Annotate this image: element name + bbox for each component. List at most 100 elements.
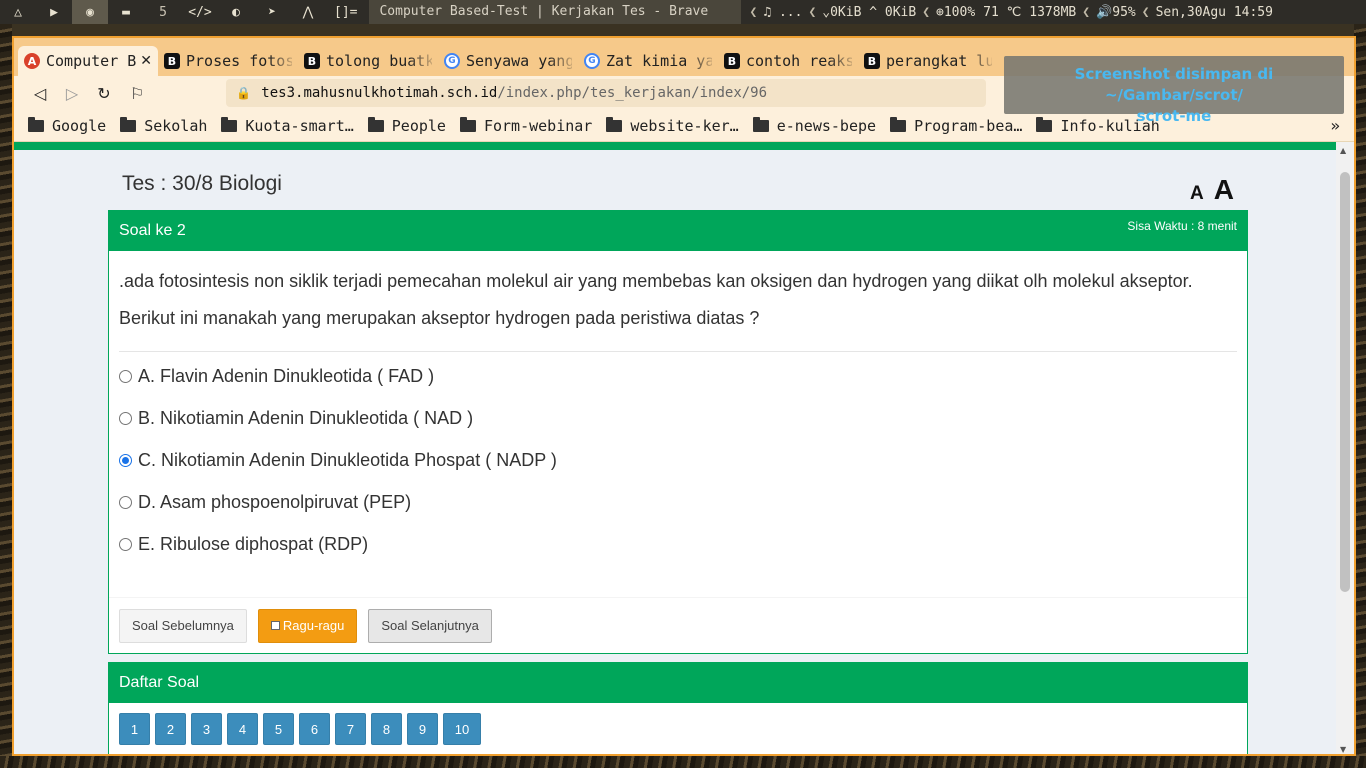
folder-icon (367, 116, 384, 132)
telegram-icon[interactable]: ➤ (254, 0, 290, 24)
app-icons: </> ◐ ➤ ⋀ (182, 0, 326, 24)
tab-contoh-reaksi[interactable]: B contoh reaksi (718, 46, 858, 76)
temperature-status: 71 ℃ (983, 4, 1022, 20)
folder-icon (459, 116, 476, 132)
previous-question-button[interactable]: Soal Sebelumnya (119, 608, 247, 643)
question-nav-8[interactable]: 8 (371, 713, 402, 745)
code-icon[interactable]: </> (182, 0, 218, 24)
bookmark-folder-website[interactable]: website-ker… (606, 116, 739, 135)
page-content: Tes : 30/8 Biologi A A Soal ke 2 Sisa Wa… (14, 142, 1338, 754)
tab-senyawa-yang[interactable]: G Senyawa yang (438, 46, 578, 76)
option-label[interactable]: A. Flavin Adenin Dinukleotida ( FAD ) (138, 366, 434, 387)
bookmark-folder-program-bea[interactable]: Program-bea… (890, 116, 1022, 135)
question-nav-10[interactable]: 10 (443, 713, 481, 745)
bookmark-page-icon[interactable]: ⚐ (130, 84, 144, 103)
tab-perangkat-lunak[interactable]: B perangkat lunak (858, 46, 998, 76)
brainly-favicon-icon: B (864, 53, 880, 69)
doubt-checkbox[interactable] (270, 621, 280, 630)
folder-icon (606, 116, 623, 132)
url-host: tes3.mahusnulkhotimah.sch.id (261, 85, 498, 101)
folder-icon (120, 116, 137, 132)
bookmark-folder-form-webinar[interactable]: Form-webinar (459, 116, 592, 135)
time-remaining: Sisa Waktu : 8 menit (1127, 219, 1237, 233)
folder-icon (221, 116, 238, 132)
separator-icon: ❮ (808, 4, 817, 20)
status-area: ❮ ♫ ... ❮ ⌄0KiB ^ 0KiB ❮ ⊕100% 71 ℃ 1378… (747, 5, 1276, 20)
brainly-favicon-icon: B (304, 53, 320, 69)
option-c[interactable]: C. Nikotiamin Adenin Dinukleotida Phospa… (119, 450, 1237, 492)
separator-icon: ❮ (749, 4, 758, 20)
question-nav-9[interactable]: 9 (407, 713, 438, 745)
question-nav-4[interactable]: 4 (227, 713, 258, 745)
question-text: .ada fotosintesis non siklik terjadi pem… (109, 251, 1247, 337)
tab-tolong-buatkan[interactable]: B tolong buatkan (298, 46, 438, 76)
network-status: ⌄0KiB ^ 0KiB (822, 4, 917, 20)
address-bar[interactable]: 🔒 tes3.mahusnulkhotimah.sch.id/index.php… (226, 79, 987, 107)
layout-indicator[interactable]: []= (326, 5, 365, 20)
folder-icon[interactable]: ▬ (108, 0, 144, 24)
option-label[interactable]: B. Nikotiamin Adenin Dinukleotida ( NAD … (138, 408, 473, 429)
inkscape-icon[interactable]: ⋀ (290, 0, 326, 24)
scroll-up-icon[interactable]: ▲ (1340, 146, 1346, 155)
separator-icon: ❮ (922, 4, 931, 20)
option-b-radio[interactable] (119, 412, 132, 425)
option-a[interactable]: A. Flavin Adenin Dinukleotida ( FAD ) (119, 366, 1237, 408)
question-nav-3[interactable]: 3 (191, 713, 222, 745)
doubt-button[interactable]: Ragu-ragu (257, 608, 358, 643)
bookmark-folder-people[interactable]: People (367, 116, 446, 135)
option-e-radio[interactable] (119, 538, 132, 551)
question-list-title: Daftar Soal (119, 674, 200, 691)
scroll-thumb[interactable] (1340, 172, 1350, 592)
question-nav-5[interactable]: 5 (263, 713, 294, 745)
question-nav-2[interactable]: 2 (155, 713, 186, 745)
page-scrollbar[interactable]: ▲ ▼ (1336, 142, 1354, 754)
option-label[interactable]: D. Asam phospoenolpiruvat (PEP) (138, 492, 411, 513)
doubt-label: Ragu-ragu (282, 618, 345, 633)
music-status: ♫ ... (763, 4, 803, 20)
window-title: Computer Based-Test | Kerjakan Tes - Bra… (369, 0, 742, 24)
close-tab-icon[interactable]: ✕ (140, 53, 152, 69)
font-size-controls: A A (1190, 174, 1234, 206)
forward-icon[interactable]: ▷ (56, 84, 88, 103)
reload-icon[interactable]: ↻ (88, 84, 120, 103)
notification-line-2: scrot-me (1136, 107, 1212, 125)
question-nav-1[interactable]: 1 (119, 713, 150, 745)
tab-zat-kimia[interactable]: G Zat kimia yang (578, 46, 718, 76)
option-a-radio[interactable] (119, 370, 132, 383)
bookmark-folder-google[interactable]: Google (28, 116, 106, 135)
option-c-radio[interactable] (119, 454, 132, 467)
font-decrease-button[interactable]: A (1190, 183, 1204, 205)
font-increase-button[interactable]: A (1214, 174, 1234, 206)
folder-icon (28, 116, 44, 132)
question-nav-6[interactable]: 6 (299, 713, 330, 745)
screenshot-notification[interactable]: Screenshot disimpan di ~/Gambar/scrot/ s… (1004, 56, 1344, 125)
next-question-button[interactable]: Soal Selanjutnya (368, 608, 492, 643)
linux-icon[interactable]: △ (0, 0, 36, 24)
option-label[interactable]: E. Ribulose diphospat (RDP) (138, 534, 368, 555)
option-label[interactable]: C. Nikotiamin Adenin Dinukleotida Phospa… (138, 450, 557, 471)
bookmark-folder-kuota[interactable]: Kuota-smart… (221, 116, 354, 135)
bookmark-folder-e-news[interactable]: e-news-bepe (752, 116, 876, 135)
question-header: Soal ke 2 Sisa Waktu : 8 menit (109, 211, 1247, 251)
browser-icon[interactable]: ◉ (72, 0, 108, 24)
brainly-favicon-icon: B (164, 53, 180, 69)
tab-computer-based-test[interactable]: A Computer Based-Test ✕ (18, 46, 158, 76)
scroll-down-icon[interactable]: ▼ (1340, 745, 1346, 754)
cpu-status: ⊕100% (936, 4, 976, 20)
workspace-number[interactable]: 5 (144, 5, 182, 20)
option-d-radio[interactable] (119, 496, 132, 509)
question-nav-7[interactable]: 7 (335, 713, 366, 745)
system-panel: △ ▶ ◉ ▬ 5 </> ◐ ➤ ⋀ []= Computer Based-T… (0, 0, 1366, 24)
option-d[interactable]: D. Asam phospoenolpiruvat (PEP) (119, 492, 1237, 534)
firefox-icon[interactable]: ◐ (218, 0, 254, 24)
tab-proses-fotosintesis[interactable]: B Proses fotosintesis (158, 46, 298, 76)
bookmark-folder-sekolah[interactable]: Sekolah (120, 116, 207, 135)
question-line-2: Berikut ini manakah yang merupakan aksep… (119, 308, 760, 328)
cbt-favicon-icon: A (24, 53, 40, 69)
back-icon[interactable]: ◁ (24, 84, 56, 103)
media-player-icon[interactable]: ▶ (36, 0, 72, 24)
option-b[interactable]: B. Nikotiamin Adenin Dinukleotida ( NAD … (119, 408, 1237, 450)
url-path: /index.php/tes_kerjakan/index/96 (497, 85, 768, 101)
desktop-wallpaper-left (0, 24, 12, 768)
option-e[interactable]: E. Ribulose diphospat (RDP) (119, 534, 1237, 576)
